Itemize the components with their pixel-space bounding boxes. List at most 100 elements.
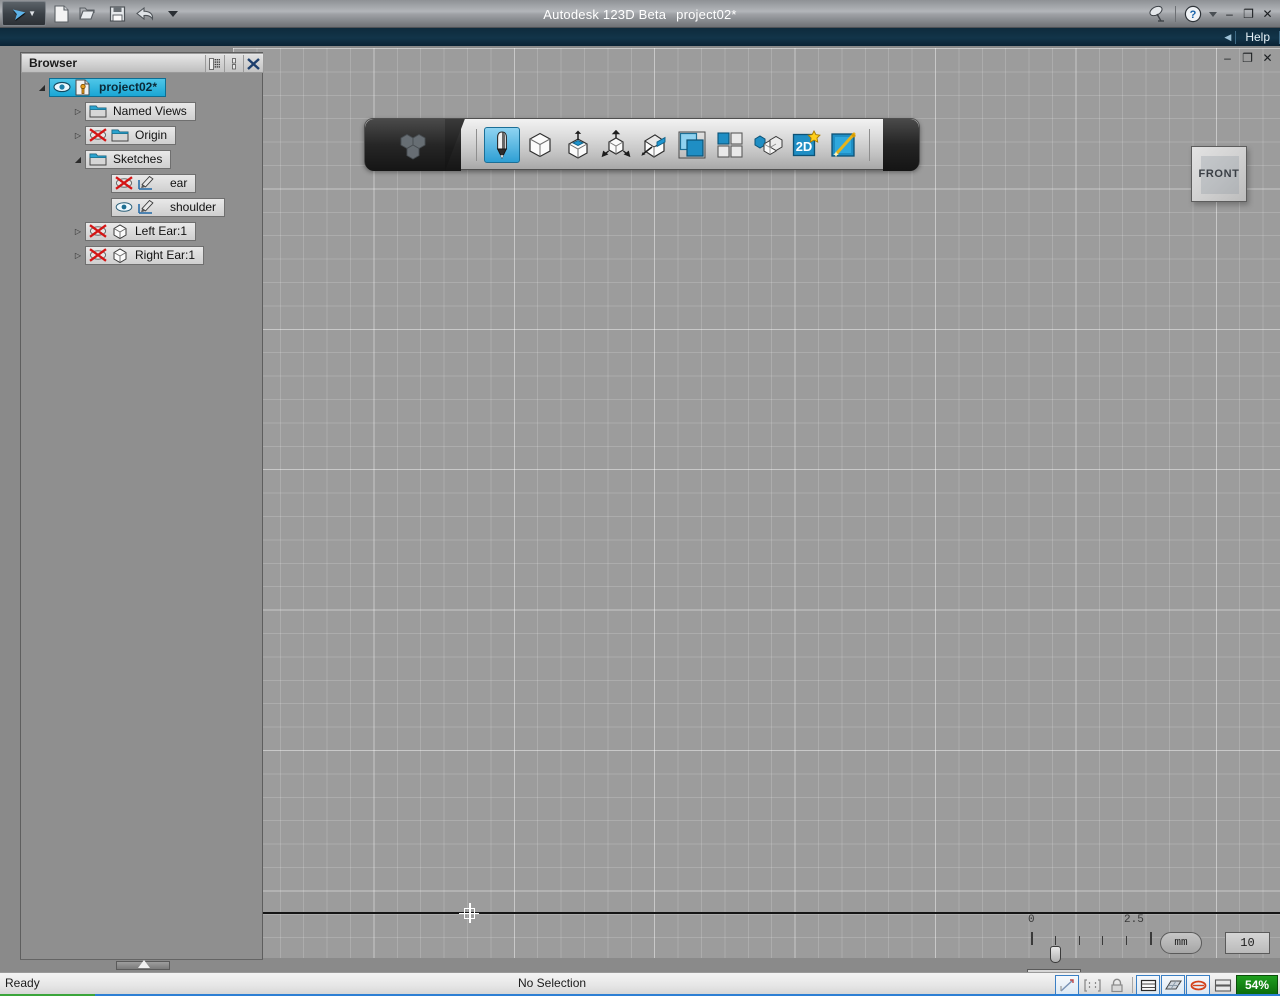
collapse-triangle-icon[interactable]: ◢ (35, 75, 49, 99)
progress-value: 54% (1244, 978, 1270, 992)
assembly-tool-button[interactable] (750, 127, 786, 163)
sidebar-item-sketches[interactable]: Sketches (85, 149, 172, 169)
scale-slider-handle[interactable] (1050, 946, 1061, 963)
status-message: Ready (5, 976, 40, 990)
expand-triangle-icon[interactable]: ▷ (71, 219, 85, 243)
ribbon-help-link[interactable]: Help (1236, 30, 1279, 44)
grid-display-button[interactable] (1136, 975, 1160, 995)
browser-header-buttons (205, 55, 262, 72)
sidebar-item-left-ear[interactable]: Left Ear:1 (85, 221, 197, 241)
ruler-tick (1126, 936, 1128, 945)
cube-array-icon (754, 135, 783, 156)
pattern-tool-button[interactable] (712, 127, 748, 163)
fillet-tool-button[interactable] (636, 127, 672, 163)
document-minimize-button[interactable]: – (1219, 48, 1236, 68)
expand-triangle-icon[interactable]: ▷ (71, 243, 85, 267)
sidebar-item-origin[interactable]: Origin (85, 125, 177, 145)
orbit-mode-button[interactable] (1186, 975, 1210, 995)
constraint-brackets-icon (1083, 978, 1101, 992)
view-cube-label: FRONT (1198, 168, 1240, 180)
modify-tool-button[interactable] (598, 127, 634, 163)
sidebar-item-named-views[interactable]: Named Views (85, 101, 196, 121)
four-squares-pattern-icon (717, 132, 743, 158)
ruler-tick (1031, 932, 1033, 945)
tree-row[interactable]: ▷ Named Views (21, 99, 264, 123)
window-close-button[interactable]: ✕ (1259, 4, 1276, 24)
ground-plane-icon (1164, 979, 1182, 990)
workspace: – ❐ ✕ Browser ◢ project02* ▷ Named Views… (0, 46, 1280, 996)
eye-visible-icon[interactable] (114, 199, 134, 216)
sketch-tool-button[interactable] (484, 127, 520, 163)
help-button[interactable]: ? (1181, 3, 1205, 25)
toolbar-overflow-button[interactable] (883, 119, 919, 171)
document-name: project02* (676, 6, 737, 22)
tree-row-label: Left Ear:1 (135, 224, 188, 238)
divider (869, 129, 870, 161)
expand-triangle-icon[interactable]: ▷ (71, 99, 85, 123)
combine-tool-button[interactable] (674, 127, 710, 163)
tree-row[interactable]: shoulder (21, 195, 264, 219)
ruler-tick-label-1: 2.5 (1124, 914, 1144, 926)
tree-row[interactable]: ◢ Sketches (21, 147, 264, 171)
divider (1175, 6, 1176, 22)
tree-row[interactable]: ▷ (21, 123, 264, 147)
snap-angle-icon (1059, 978, 1074, 992)
construct-2d-tool-button[interactable]: 2D (788, 127, 824, 163)
cube-icon (529, 132, 551, 158)
window-tile-button[interactable] (1211, 975, 1235, 995)
tree-row[interactable]: ◢ project02* (21, 75, 264, 99)
snap-toggle-button[interactable] (1055, 975, 1079, 995)
browser-filter-button[interactable] (205, 55, 224, 72)
eye-hidden-icon[interactable] (88, 127, 108, 144)
smart-tool-button[interactable] (826, 127, 862, 163)
tree-row[interactable]: ▷ (21, 219, 264, 243)
pencil-icon (496, 131, 508, 160)
tree-row-label: Named Views (113, 104, 187, 118)
grid-list-icon (208, 57, 220, 70)
browser-dock-button[interactable] (224, 55, 243, 72)
tree-row[interactable]: ear (21, 171, 264, 195)
unit-selector-button[interactable]: mm (1160, 932, 1202, 954)
help-dropdown-button[interactable] (1207, 3, 1219, 25)
sidebar-item-project02[interactable]: project02* (49, 77, 167, 97)
folder-icon (88, 103, 108, 120)
ruler-tick (1079, 936, 1081, 945)
drawing-canvas[interactable] (233, 48, 935, 958)
application-window: ➤ ▼ Autodesk 123D Beta project02* ? – ❐ … (0, 0, 1280, 996)
window-restore-button[interactable]: ❐ (1240, 4, 1257, 24)
eye-hidden-icon[interactable] (88, 247, 108, 264)
exploded-cube-icon (400, 133, 426, 160)
browser-horizontal-scrollbar[interactable] (20, 959, 263, 970)
eye-hidden-icon[interactable] (114, 175, 134, 192)
window-minimize-button[interactable]: – (1221, 4, 1238, 24)
title-bar: ➤ ▼ Autodesk 123D Beta project02* ? – ❐ … (0, 0, 1280, 28)
divider (476, 129, 477, 161)
grid-spacing-field[interactable]: 10 (1225, 932, 1270, 954)
sketch-pencil-icon (136, 175, 156, 192)
tree-row[interactable]: ▷ (21, 243, 264, 267)
sidebar-item-right-ear[interactable]: Right Ear:1 (85, 245, 205, 265)
ground-plane-button[interactable] (1161, 975, 1185, 995)
view-cube[interactable]: FRONT (1191, 146, 1247, 202)
orbit-ring-icon (1190, 980, 1206, 990)
document-restore-button[interactable]: ❐ (1239, 48, 1256, 68)
collapse-triangle-icon[interactable]: ◢ (71, 147, 85, 171)
svg-text:2D: 2D (796, 139, 813, 154)
eye-hidden-icon[interactable] (88, 223, 108, 240)
dock-handle-icon (232, 57, 236, 69)
ribbon-collapse-button[interactable]: ◀ (1220, 32, 1235, 43)
status-bar: Ready No Selection 54% (0, 972, 1280, 996)
document-close-button[interactable]: ✕ (1259, 48, 1276, 68)
communication-center-button[interactable] (1146, 3, 1170, 25)
expand-triangle-icon[interactable]: ▷ (71, 123, 85, 147)
ribbon-tab-strip: ◀ Help (0, 28, 1280, 46)
browser-close-button[interactable] (243, 55, 262, 72)
primitives-tool-button[interactable] (522, 127, 558, 163)
workspace-switch-button[interactable] (365, 119, 461, 171)
sidebar-item-sketch-shoulder[interactable]: shoulder (111, 197, 226, 217)
sidebar-item-sketch-ear[interactable]: ear (111, 173, 197, 193)
constraints-toggle-button[interactable] (1080, 975, 1104, 995)
eye-visible-icon[interactable] (52, 79, 72, 96)
extrude-tool-button[interactable] (560, 127, 596, 163)
lock-toggle-button[interactable] (1105, 975, 1129, 995)
